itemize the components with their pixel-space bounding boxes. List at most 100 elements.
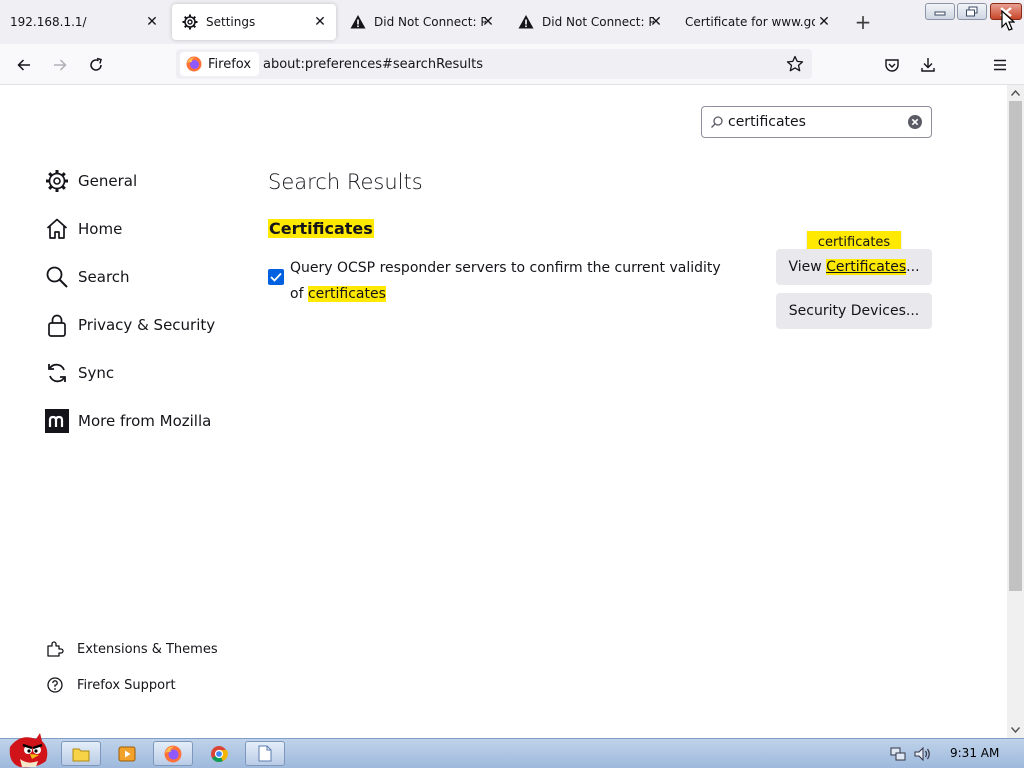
reload-button[interactable] — [82, 52, 110, 78]
tab-title: Certificate for www.goog — [685, 15, 815, 29]
close-icon[interactable]: ✕ — [144, 14, 160, 30]
nav-bar: Firefox about:preferences#searchResults — [0, 44, 1024, 85]
sidebar-item-more-from-mozilla[interactable]: More from Mozilla — [44, 405, 211, 437]
scroll-down-icon[interactable] — [1007, 722, 1024, 738]
minimize-button[interactable] — [925, 3, 955, 20]
media-player-icon — [118, 746, 136, 761]
footer-label: Firefox Support — [77, 677, 176, 693]
sidebar-footer-extensions-themes[interactable]: Extensions & Themes — [46, 638, 218, 660]
taskbar-clock[interactable]: 9:31 AM — [950, 746, 999, 760]
identity-box[interactable]: Firefox — [180, 52, 260, 76]
button-label-suffix: ... — [906, 259, 920, 275]
scroll-thumb[interactable] — [1009, 101, 1022, 591]
sidebar-footer-firefox-support[interactable]: Firefox Support — [46, 674, 176, 696]
tab-strip: 192.168.1.1/ ✕ Settings ✕ Did Not Connec… — [0, 0, 1024, 44]
home-icon — [44, 216, 70, 242]
page-title: Search Results — [268, 170, 423, 194]
scroll-up-icon[interactable] — [1007, 85, 1024, 101]
sidebar-item-label: Sync — [78, 364, 115, 382]
warning-icon — [518, 14, 534, 30]
tab-certificate[interactable]: Certificate for www.goog ✕ — [676, 4, 840, 40]
tab-title: Settings — [206, 15, 256, 29]
search-input[interactable] — [728, 112, 898, 132]
taskbar-chrome-button[interactable] — [199, 741, 239, 766]
help-icon — [46, 676, 64, 694]
arrow-left-icon — [17, 59, 30, 71]
tab-did-not-connect-2[interactable]: Did Not Connect: Pot ✕ — [508, 4, 672, 40]
mouse-cursor-icon — [1001, 10, 1015, 31]
sync-icon — [44, 360, 70, 386]
identity-label: Firefox — [208, 56, 252, 72]
restore-button[interactable] — [957, 3, 987, 20]
sidebar-item-search[interactable]: Search — [44, 261, 130, 293]
bookmark-star-icon[interactable] — [786, 55, 804, 73]
network-icon[interactable] — [890, 746, 906, 762]
search-highlight: Certificates — [826, 259, 907, 275]
button-label-prefix: View — [788, 259, 827, 275]
gear-icon — [44, 168, 70, 194]
ocsp-checkbox-label[interactable]: Query OCSP responder servers to confirm … — [290, 255, 730, 307]
taskbar-notepad-button[interactable] — [245, 741, 285, 766]
tab-router[interactable]: 192.168.1.1/ ✕ — [0, 4, 168, 40]
reload-icon — [90, 57, 102, 71]
forward-button[interactable] — [46, 52, 74, 78]
tab-title: Did Not Connect: Pot — [374, 15, 486, 29]
sidebar-item-label: Search — [78, 268, 130, 286]
chrome-icon — [211, 745, 228, 762]
tab-title: 192.168.1.1/ — [10, 15, 87, 29]
folder-icon — [72, 748, 90, 761]
page-scrollbar[interactable] — [1007, 85, 1024, 738]
pocket-button[interactable] — [878, 52, 906, 78]
taskbar: 9:31 AM — [0, 733, 1024, 768]
back-button[interactable] — [10, 52, 38, 78]
close-icon[interactable]: ✕ — [816, 14, 832, 30]
taskbar-firefox-button[interactable] — [153, 741, 193, 766]
mozilla-icon — [44, 408, 70, 434]
firefox-logo-icon — [186, 56, 202, 72]
taskbar-explorer-button[interactable] — [61, 741, 101, 766]
taskbar-media-player-button[interactable] — [107, 741, 147, 766]
sidebar-item-privacy-security[interactable]: Privacy & Security — [44, 309, 215, 341]
ocsp-checkbox[interactable] — [268, 269, 284, 285]
tab-settings[interactable]: Settings ✕ — [172, 4, 336, 40]
sidebar-item-label: Home — [78, 220, 123, 238]
document-icon — [258, 745, 272, 762]
menu-button[interactable] — [986, 52, 1014, 78]
new-tab-button[interactable]: + — [853, 10, 873, 34]
arrow-right-icon — [54, 59, 67, 71]
clear-search-icon[interactable] — [907, 114, 923, 130]
sidebar-item-label: More from Mozilla — [78, 412, 212, 430]
security-devices-button[interactable]: Security Devices... — [776, 293, 932, 329]
url-bar[interactable]: Firefox about:preferences#searchResults — [176, 49, 812, 79]
sidebar-item-home[interactable]: Home — [44, 213, 122, 245]
sidebar-item-general[interactable]: General — [44, 165, 137, 197]
preferences-page: General Home Search Privacy & Security S… — [0, 85, 1007, 738]
downloads-button[interactable] — [914, 52, 942, 78]
tab-did-not-connect-1[interactable]: Did Not Connect: Pot ✕ — [340, 4, 504, 40]
volume-icon[interactable] — [914, 746, 932, 762]
close-icon[interactable]: ✕ — [648, 14, 664, 30]
gear-icon — [182, 14, 198, 30]
warning-icon — [350, 14, 366, 30]
search-highlight: certificates — [307, 286, 386, 302]
preferences-search[interactable] — [701, 106, 932, 138]
pocket-icon — [885, 59, 899, 72]
puzzle-icon — [46, 640, 64, 658]
close-icon[interactable]: ✕ — [312, 14, 328, 30]
download-icon — [921, 58, 935, 72]
firefox-logo-icon — [164, 745, 182, 762]
start-button-angry-bird-icon[interactable] — [2, 731, 52, 769]
url-text[interactable]: about:preferences#searchResults — [263, 57, 483, 72]
hamburger-menu-icon — [994, 59, 1006, 71]
sidebar-item-sync[interactable]: Sync — [44, 357, 114, 389]
group-title-certificates: Certificates — [268, 219, 374, 238]
sidebar-item-label: Privacy & Security — [78, 316, 216, 334]
search-icon — [44, 264, 70, 290]
close-icon[interactable]: ✕ — [480, 14, 496, 30]
sidebar-item-label: General — [78, 172, 138, 190]
lock-icon — [44, 312, 70, 338]
view-certificates-button[interactable]: View Certificates... — [776, 249, 932, 285]
search-icon — [711, 116, 723, 128]
tab-title: Did Not Connect: Pot — [542, 15, 654, 29]
checkmark-icon — [270, 272, 282, 282]
